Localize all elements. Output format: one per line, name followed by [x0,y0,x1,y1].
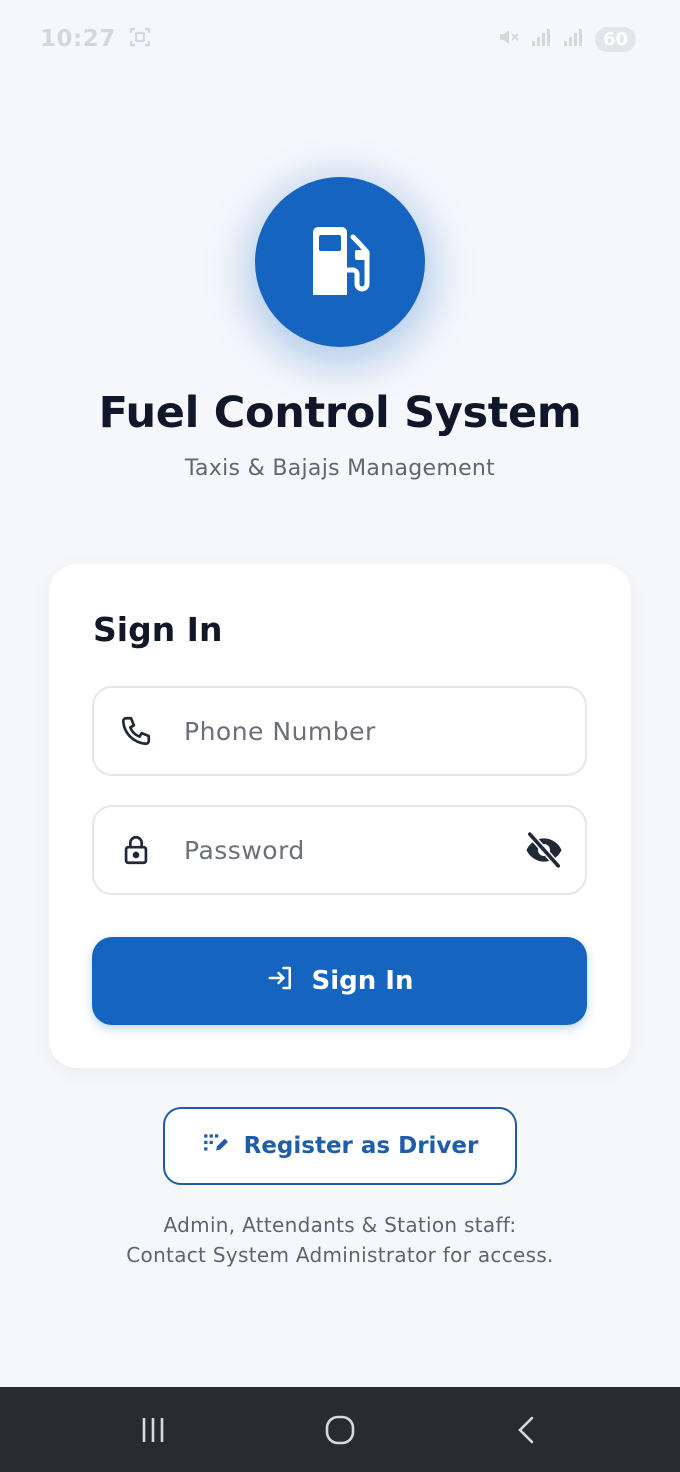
staff-note-line1: Admin, Attendants & Station staff: [163,1213,517,1237]
sign-in-button-label: Sign In [311,966,414,996]
staff-note-line2: Contact System Administrator for access. [126,1243,554,1267]
phone-input[interactable] [184,688,514,774]
lock-icon [118,832,154,868]
battery-icon: 60 [594,26,636,52]
recent-apps-icon[interactable] [123,1400,183,1460]
status-time: 10:27 [40,26,116,52]
phone-field[interactable] [92,686,587,776]
sign-in-card: Sign In Phone Number Sign In [49,564,631,1068]
login-icon [266,963,296,1000]
password-input[interactable] [184,807,514,893]
status-bar: 10:27 60 [0,0,680,78]
sign-in-button[interactable]: Sign In [92,937,587,1025]
mute-icon [497,25,521,53]
status-left: 10:27 [40,25,152,53]
app-title: Fuel Control System [98,388,582,438]
signal-icon [531,27,553,51]
navigation-bar [0,1387,680,1472]
register-driver-button[interactable]: Register as Driver [163,1107,517,1185]
sign-in-title: Sign In [93,610,223,649]
register-driver-label: Register as Driver [243,1133,479,1159]
phone-icon [118,713,154,749]
screenshot-icon [128,25,152,53]
home-icon[interactable] [310,1400,370,1460]
status-right: 60 [497,25,636,53]
eye-off-icon[interactable] [523,829,565,871]
password-field[interactable] [92,805,587,895]
fuel-pump-icon [313,227,370,295]
app-subtitle: Taxis & Bajajs Management [184,456,496,481]
signal-icon [563,27,585,51]
back-icon[interactable] [497,1400,557,1460]
register-icon [202,1130,228,1162]
login-screen: 10:27 60 Fuel Control System Taxis & Baj… [0,0,680,1472]
app-logo [255,177,425,347]
